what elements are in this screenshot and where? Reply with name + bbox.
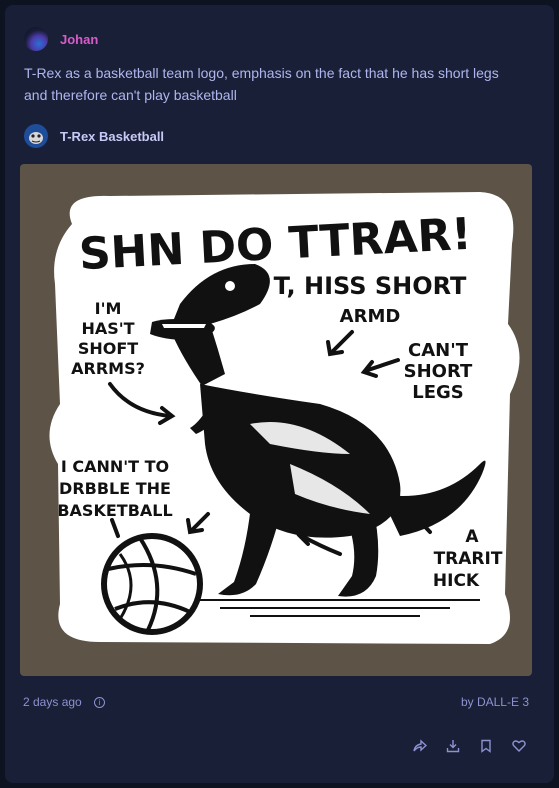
download-icon[interactable] bbox=[446, 739, 460, 753]
user-avatar[interactable] bbox=[24, 27, 48, 51]
svg-text:ARRMS?: ARRMS? bbox=[71, 359, 145, 378]
timestamp-text: 2 days ago bbox=[23, 695, 82, 709]
svg-text:I'M: I'M bbox=[95, 299, 122, 318]
svg-text:A: A bbox=[465, 527, 479, 547]
svg-text:HAS'T: HAS'T bbox=[81, 319, 134, 338]
timestamp: 2 days ago i bbox=[23, 695, 106, 709]
prompt-text: T-Rex as a basketball team logo, emphasi… bbox=[24, 65, 499, 103]
heart-icon[interactable] bbox=[512, 739, 526, 753]
svg-text:LEGS: LEGS bbox=[412, 382, 464, 403]
svg-text:ARMD: ARMD bbox=[340, 306, 401, 327]
post-card: Johan T-Rex as a basketball team logo, e… bbox=[5, 5, 554, 783]
svg-text:DRBBLE THE: DRBBLE THE bbox=[59, 479, 171, 498]
bookmark-icon[interactable] bbox=[479, 739, 493, 753]
svg-text:SHORT: SHORT bbox=[404, 361, 473, 382]
info-icon[interactable]: i bbox=[94, 697, 106, 709]
share-icon[interactable] bbox=[413, 739, 427, 753]
svg-text:SHOFT: SHOFT bbox=[78, 339, 138, 358]
author-name[interactable]: Johan bbox=[60, 32, 98, 47]
trex-logo-image: SHN DO TTRAR! T, HISS SHORT ARMD I'M HAS… bbox=[49, 192, 520, 644]
svg-text:BASKETBALL: BASKETBALL bbox=[57, 501, 172, 520]
svg-text:I CANN'T TO: I CANN'T TO bbox=[61, 457, 169, 476]
svg-text:HICK: HICK bbox=[433, 571, 480, 591]
basketball-illustration bbox=[101, 533, 203, 635]
action-bar bbox=[413, 739, 526, 753]
bot-name[interactable]: T-Rex Basketball bbox=[60, 129, 164, 144]
bot-row: T-Rex Basketball bbox=[24, 124, 164, 148]
attribution[interactable]: by DALL-E 3 bbox=[461, 695, 529, 709]
author-row: Johan bbox=[24, 27, 98, 51]
svg-text:T, HISS SHORT: T, HISS SHORT bbox=[274, 272, 467, 300]
bot-avatar[interactable] bbox=[24, 124, 48, 148]
svg-text:TRARIT: TRARIT bbox=[434, 549, 503, 569]
svg-text:CAN'T: CAN'T bbox=[408, 340, 469, 361]
generated-image[interactable]: SHN DO TTRAR! T, HISS SHORT ARMD I'M HAS… bbox=[20, 164, 532, 676]
